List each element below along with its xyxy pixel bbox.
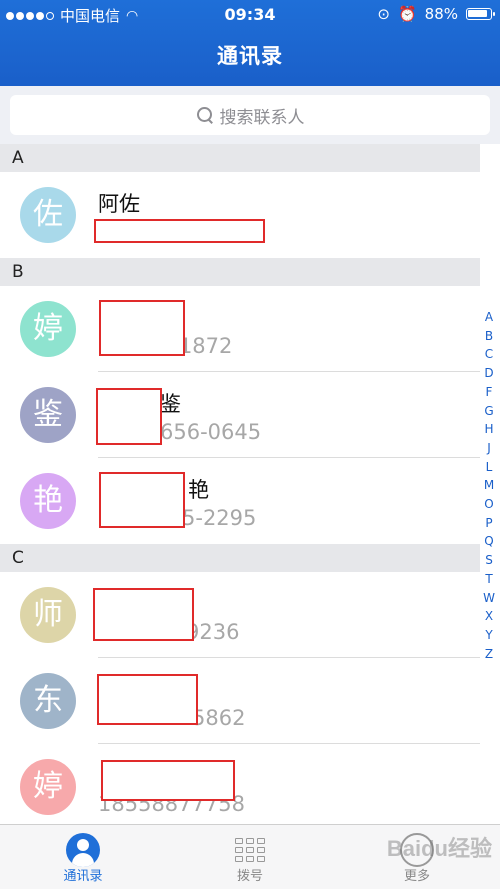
baidu-watermark: Baidu经验 — [386, 836, 492, 861]
contact-phone: 9236 — [186, 620, 240, 644]
tab-contacts[interactable]: 通讯录 — [0, 825, 166, 889]
redaction-box — [93, 588, 194, 641]
contact-phone: 5862 — [192, 706, 246, 730]
page-title: 通讯录 — [217, 44, 283, 68]
section-header-a: A — [0, 144, 480, 172]
index-letter[interactable]: A — [485, 308, 493, 327]
index-letter[interactable]: Y — [485, 626, 492, 645]
avatar: 艳 — [20, 473, 76, 529]
redaction-box — [99, 300, 185, 356]
index-letter[interactable]: X — [485, 607, 493, 626]
contact-row[interactable]: 婷 婷 7-1872 — [0, 286, 480, 372]
index-letter[interactable]: J — [487, 439, 491, 458]
index-letter[interactable]: M — [484, 476, 494, 495]
index-letter[interactable]: O — [484, 495, 493, 514]
alarm-icon: ⏰ — [397, 5, 417, 23]
avatar: 东 — [20, 673, 76, 729]
redaction-box — [94, 219, 265, 243]
redaction-box — [97, 674, 198, 725]
index-letter[interactable]: Q — [484, 532, 493, 551]
contact-row[interactable]: 婷 18558877758 — [0, 744, 480, 830]
index-letter[interactable]: T — [485, 570, 492, 589]
contact-row[interactable]: 鉴 鉴 656-0645 — [0, 372, 480, 458]
section-header-c: C — [0, 544, 480, 572]
app-header: 中国电信 ◠ 09:34 ⊙ ⏰ 88% 通讯录 — [0, 0, 500, 86]
index-letter[interactable]: Z — [485, 645, 493, 664]
index-letter[interactable]: L — [486, 458, 493, 477]
contacts-icon — [66, 833, 100, 867]
search-bar: 搜索联系人 — [0, 86, 500, 144]
search-placeholder: 搜索联系人 — [219, 107, 305, 128]
avatar: 婷 — [20, 759, 76, 815]
tab-label: 通讯录 — [63, 869, 103, 884]
avatar: 师 — [20, 587, 76, 643]
dialpad-icon — [233, 833, 267, 867]
rotation-lock-icon: ⊙ — [377, 5, 390, 23]
contact-row[interactable]: 师 9236 — [0, 572, 480, 658]
index-letter[interactable]: W — [483, 589, 495, 608]
redaction-box — [96, 388, 162, 445]
contact-phone: 5-2295 — [182, 506, 257, 530]
contact-row[interactable]: 东 5862 — [0, 658, 480, 744]
tab-dialpad[interactable]: 拨号 — [167, 825, 333, 889]
status-bar: 中国电信 ◠ 09:34 ⊙ ⏰ 88% — [0, 0, 500, 30]
avatar: 鉴 — [20, 387, 76, 443]
battery-icon — [466, 8, 495, 20]
tab-bar: 通讯录 拨号 更多 Baidu经验 — [0, 824, 500, 889]
status-right: ⊙ ⏰ 88% — [377, 5, 495, 23]
contact-row[interactable]: 艳 艳 5-2295 — [0, 458, 480, 544]
contact-row[interactable]: 佐 阿佐 — [0, 172, 480, 258]
battery-percent: 88% — [424, 5, 458, 23]
search-input[interactable]: 搜索联系人 — [10, 95, 490, 135]
index-letter[interactable]: H — [484, 420, 493, 439]
section-header-b: B — [0, 258, 480, 286]
tab-label: 更多 — [403, 869, 430, 884]
index-letter[interactable]: B — [485, 327, 493, 346]
redaction-box — [101, 760, 235, 801]
alphabet-index[interactable]: A B C D F G H J L M O P Q S T W X Y Z — [480, 308, 498, 663]
index-letter[interactable]: S — [485, 551, 493, 570]
tab-label: 拨号 — [236, 869, 263, 884]
avatar: 佐 — [20, 187, 76, 243]
avatar: 婷 — [20, 301, 76, 357]
index-letter[interactable]: G — [484, 402, 493, 421]
contact-phone: 656-0645 — [160, 420, 262, 444]
index-letter[interactable]: D — [484, 364, 493, 383]
contact-name: 阿佐 — [98, 192, 140, 216]
contact-name: 鉴 — [160, 392, 181, 416]
index-letter[interactable]: C — [485, 345, 493, 364]
index-letter[interactable]: P — [485, 514, 492, 533]
contact-name: 艳 — [188, 478, 209, 502]
index-letter[interactable]: F — [486, 383, 493, 402]
redaction-box — [99, 472, 185, 528]
search-icon — [196, 106, 214, 124]
